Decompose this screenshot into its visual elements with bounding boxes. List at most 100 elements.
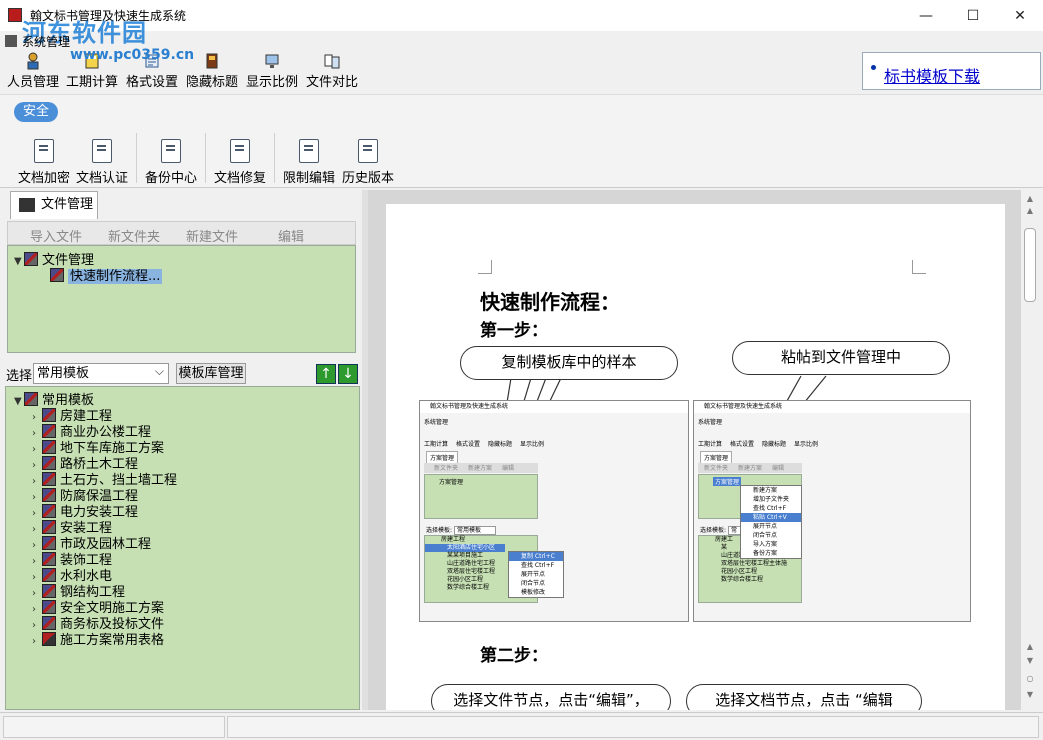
status-cell [227, 716, 1039, 738]
shot-menu-item: 闭合节点 [753, 532, 778, 539]
scroll-down-icon[interactable]: ▼ [1021, 690, 1039, 699]
scroll-page-up-icon[interactable]: ▲ [1021, 642, 1039, 651]
shot-menu-item: 粘贴 Ctrl+V [741, 513, 801, 522]
tab-security[interactable]: 安全 [14, 102, 58, 122]
status-cell [3, 716, 225, 738]
folder-icon [42, 568, 56, 582]
tab-file-management[interactable]: 文件管理 [10, 191, 98, 219]
import-file-button[interactable]: 导入文件 [30, 226, 82, 245]
scroll-select-icon[interactable]: ○ [1021, 674, 1039, 683]
encrypt-label: 文档加密 [17, 171, 70, 186]
template-tree: ▼ 常用模板 › 房建工程 › 商业办公楼工程 › 地下车库施工方案 › 路桥土木工程 ›… [5, 386, 360, 710]
shot-menu-item: 复制 Ctrl+C [509, 552, 563, 561]
tree-node-label: 施工方案常用表格 [60, 633, 165, 648]
file-tree: ▼ 文件管理 快速制作流程... [7, 245, 356, 353]
vertical-scrollbar[interactable]: ▲ ▲ ▲ ▼ ○ ▼ [1021, 190, 1039, 710]
embedded-screenshot-left: 翰文标书管理及快速生成系统 系统管理 工期计算 格式设置 隐藏标题 显示比例 方案管理… [419, 400, 689, 622]
shot-toolbar-item: 新建方案 [468, 465, 493, 472]
left-panel-tabs: 文件管理 [5, 190, 359, 219]
scrollbar-thumb[interactable] [1024, 228, 1036, 302]
callout-paste: 粘帖到文件管理中 [732, 341, 950, 375]
shot-tree-item: 花园小区工程 [721, 568, 758, 575]
encrypt-button[interactable]: 文档加密 [14, 135, 74, 186]
template-select[interactable]: 常用模板 [33, 362, 169, 384]
restrict-icon [299, 139, 319, 163]
ribbon-separator [274, 133, 275, 183]
shot-tree-root: 方案管理 [439, 479, 464, 486]
app-icon [8, 8, 22, 22]
shot-select-label: 选择模板: 常 [700, 525, 742, 535]
scroll-page-down-icon[interactable]: ▼ [1021, 656, 1039, 665]
table-icon [42, 632, 56, 646]
ribbon-separator [205, 133, 206, 183]
new-file-button[interactable]: 新建文件 [186, 226, 238, 245]
callout-select-doc: 选择文档节点，点击 “编辑 [686, 684, 922, 710]
format-label: 格式设置 [125, 75, 178, 90]
folder-icon [42, 504, 56, 518]
folder-icon [42, 424, 56, 438]
shot-menu-item: 展开节点 [753, 523, 778, 530]
folder-icon [42, 520, 56, 534]
files-icon [19, 198, 35, 212]
shot-title: 翰文标书管理及快速生成系统 [420, 401, 688, 413]
new-folder-button[interactable]: 新文件夹 [108, 226, 160, 245]
shot-context-menu: 新建方案 增加子文件夹 查找 Ctrl+F 粘贴 Ctrl+V 展开节点 闭合节… [740, 485, 802, 559]
monitor-icon [265, 54, 279, 68]
certify-button[interactable]: 文档认证 [72, 135, 132, 186]
shot-tools: 工期计算 格式设置 隐藏标题 显示比例 [424, 439, 544, 448]
shot-tool: 显示比例 [794, 441, 819, 448]
minimize-button[interactable]: — [903, 0, 949, 31]
repair-button[interactable]: 文档修复 [210, 135, 270, 186]
menu-system[interactable]: 系统管理 [22, 33, 70, 50]
backup-icon [161, 139, 181, 163]
shot-tool: 隐藏标题 [762, 441, 787, 448]
backup-label: 备份中心 [144, 171, 197, 186]
restrict-label: 限制编辑 [282, 171, 335, 186]
shot-tool: 格式设置 [456, 441, 481, 448]
zoom-label: 显示比例 [245, 75, 298, 90]
compare-button[interactable]: 文件对比 [304, 50, 360, 92]
backup-button[interactable]: 备份中心 [141, 135, 201, 186]
shot-toolbar-item: 编辑 [772, 465, 785, 472]
edit-button[interactable]: 编辑 [278, 226, 304, 245]
folder-icon [42, 440, 56, 454]
callout-copy: 复制模板库中的样本 [460, 346, 678, 380]
shot-toolbar: 新文件夹 新建方案 编辑 [698, 463, 802, 473]
shot-menu-item: 增加子文件夹 [753, 496, 790, 503]
tree-node-item[interactable]: › 施工方案常用表格 [32, 629, 164, 648]
document-page: 快速制作流程： 第一步： 复制模板库中的样本 粘帖到文件管理中 翰文标书管理及快… [386, 204, 1005, 710]
move-down-button[interactable]: ↓ [338, 364, 358, 384]
shot-menu-item: 闭合节点 [521, 580, 546, 587]
shot-select-box: 常用模板 [453, 526, 496, 535]
hide-title-label: 隐藏标题 [185, 75, 238, 90]
scroll-up-icon[interactable]: ▲ [1021, 206, 1039, 215]
history-button[interactable]: 历史版本 [338, 135, 398, 186]
compare-icon [324, 54, 340, 69]
shot-title: 翰文标书管理及快速生成系统 [694, 401, 970, 413]
document-icon [50, 268, 64, 282]
shot-tree-top: 方案管理 [424, 474, 538, 519]
shot-tool: 工期计算 [698, 441, 723, 448]
chevron-down-icon[interactable]: ▼ [14, 396, 24, 407]
tab-file-management-label: 文件管理 [41, 197, 94, 212]
chevron-down-icon[interactable]: ▼ [14, 256, 24, 267]
title-bar: 翰文标书管理及快速生成系统 河东软件园 — ☐ ✕ [0, 0, 1043, 47]
personnel-button[interactable]: 人员管理 [6, 50, 60, 92]
template-manage-button[interactable]: 模板库管理 [176, 363, 246, 384]
scroll-top-icon[interactable]: ▲ [1021, 194, 1039, 203]
folder-icon [42, 584, 56, 598]
tree-node-quick-flow[interactable]: 快速制作流程... [50, 265, 163, 284]
move-up-button[interactable]: ↑ [316, 364, 336, 384]
shot-select-label: 选择模板: 常用模板 [426, 525, 496, 535]
template-download-link[interactable]: 标书模板下载 [884, 63, 980, 87]
chevron-right-icon[interactable]: › [32, 636, 42, 647]
shot-menu-item: 导入方案 [753, 541, 778, 548]
folder-icon [42, 552, 56, 566]
close-button[interactable]: ✕ [997, 0, 1043, 31]
folder-icon [42, 456, 56, 470]
restrict-edit-button[interactable]: 限制编辑 [279, 135, 339, 186]
zoom-button[interactable]: 显示比例 [244, 50, 300, 92]
maximize-button[interactable]: ☐ [950, 0, 996, 31]
shot-toolbar: 新文件夹 新建方案 编辑 [424, 463, 538, 473]
shot-toolbar-item: 新文件夹 [704, 465, 729, 472]
